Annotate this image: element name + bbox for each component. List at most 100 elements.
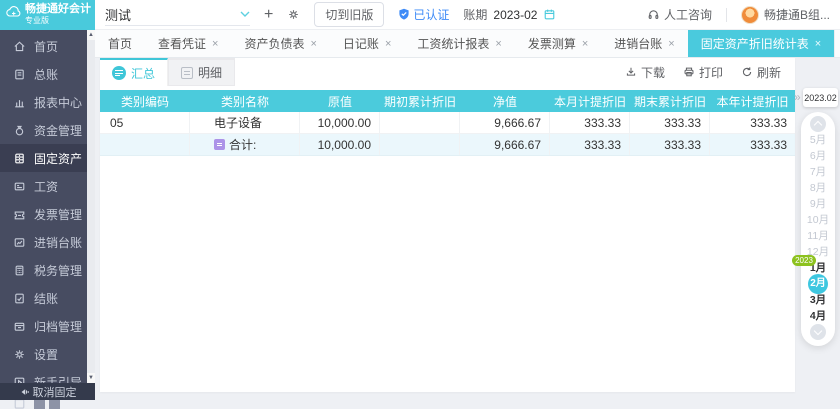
scroll-down-icon[interactable] <box>87 373 95 383</box>
tab-purchase-sales[interactable]: 进销台账 <box>601 30 687 57</box>
account-settings-button[interactable] <box>287 8 300 21</box>
unpin-icon <box>19 387 29 397</box>
unpin-sidebar-button[interactable]: 取消固定 <box>0 383 95 400</box>
support-button[interactable]: 人工咨询 <box>647 6 712 23</box>
sidebar-item-tax[interactable]: 税务管理 <box>0 256 87 284</box>
period-value[interactable]: 2023-02 <box>493 8 537 22</box>
tab-journal[interactable]: 日记账 <box>330 30 404 57</box>
user-menu[interactable]: 畅捷通B组... <box>741 6 830 24</box>
total-label: 合计: <box>229 136 256 153</box>
sidebar-item-settings[interactable]: 设置 <box>0 340 87 368</box>
tab-salary-report[interactable]: 工资统计报表 <box>404 30 514 57</box>
close-tab-icon[interactable] <box>310 38 316 50</box>
tab-balance-sheet[interactable]: 资产负债表 <box>231 30 329 57</box>
tab-depreciation-report[interactable]: 固定资产折旧统计表 <box>688 30 834 57</box>
month-item[interactable]: 11月 <box>801 228 835 244</box>
sidebar-item-invoice[interactable]: 发票管理 <box>0 200 87 228</box>
sidebar-item-label: 结账 <box>34 290 58 307</box>
print-button[interactable]: 打印 <box>683 64 723 81</box>
col-header[interactable]: 类别名称 <box>190 90 300 112</box>
cell-category-code: 05 <box>100 112 190 133</box>
month-item[interactable]: 5月 <box>801 132 835 148</box>
sidebar-item-purchase-sales[interactable]: 进销台账 <box>0 228 87 256</box>
sidebar-item-label: 固定资产 <box>34 150 82 167</box>
cell-total-month-depreciation: 333.33 <box>550 134 630 155</box>
summary-icon <box>112 66 126 80</box>
sidebar-item-funds[interactable]: 资金管理 <box>0 116 87 144</box>
months-scroll-down-button[interactable] <box>810 324 826 340</box>
view-tab-detail[interactable]: 明细 <box>168 58 235 86</box>
clipped-item-label <box>34 400 60 409</box>
month-item[interactable]: 3月 <box>801 292 835 308</box>
add-account-button[interactable]: + <box>264 8 273 22</box>
sidebar-scrollbar[interactable] <box>87 30 95 383</box>
close-tab-icon[interactable] <box>212 38 218 50</box>
month-item-selected[interactable]: 2月 <box>808 274 828 294</box>
col-header[interactable]: 本年计提折旧 <box>710 90 795 112</box>
col-header[interactable]: 本月计提折旧 <box>550 90 630 112</box>
cell-total-closing-depreciation: 333.33 <box>630 134 710 155</box>
col-header[interactable]: 期末累计折旧 <box>630 90 710 112</box>
sidebar-item-label: 总账 <box>34 66 58 83</box>
collapse-period-rail-icon[interactable] <box>794 90 801 104</box>
chevron-down-icon <box>240 11 250 17</box>
month-item[interactable]: 10月 <box>801 212 835 228</box>
user-name: 畅捷通B组... <box>764 6 830 23</box>
sidebar-item-salary[interactable]: 工资 <box>0 172 87 200</box>
certified-label: 已认证 <box>413 6 449 23</box>
close-tab-icon[interactable] <box>815 38 821 50</box>
sidebar-item-label: 设置 <box>34 346 58 363</box>
scroll-up-icon[interactable] <box>87 30 95 40</box>
close-tab-icon[interactable] <box>495 38 501 50</box>
view-tab-summary[interactable]: 汇总 <box>100 58 168 86</box>
close-tab-icon[interactable] <box>582 38 588 50</box>
sidebar: 畅捷通好会计 专业版 首页 总账 报表中心 资金管理 固定资产 工资 <box>0 0 95 400</box>
tab-label: 进销台账 <box>614 35 662 52</box>
sidebar-item-label: 税务管理 <box>34 262 82 279</box>
sidebar-item-label: 发票管理 <box>34 206 82 223</box>
tab-invoice-calc[interactable]: 发票测算 <box>515 30 601 57</box>
topbar: 测试 + 切到旧版 已认证 账期 2023-02 人工咨询 畅捷通B组... <box>95 0 840 30</box>
unpin-label: 取消固定 <box>33 384 77 400</box>
sidebar-item-general-ledger[interactable]: 总账 <box>0 60 87 88</box>
current-period-box[interactable]: 2023.02 <box>803 88 838 107</box>
company-select[interactable]: 测试 <box>105 4 250 26</box>
cell-total-opening-depreciation <box>380 134 460 155</box>
gear-icon <box>287 8 300 21</box>
sidebar-item-closing[interactable]: 结账 <box>0 284 87 312</box>
calculator-icon <box>13 264 26 277</box>
cell-category-name: 电子设备 <box>190 112 300 133</box>
download-button[interactable]: 下载 <box>625 64 665 81</box>
month-item[interactable]: 7月 <box>801 164 835 180</box>
months-scroll-up-button[interactable] <box>810 116 826 132</box>
close-tab-icon[interactable] <box>668 38 674 50</box>
tab-view-voucher[interactable]: 查看凭证 <box>145 30 231 57</box>
cell-year-depreciation: 333.33 <box>710 112 795 133</box>
tab-home[interactable]: 首页 <box>95 30 145 57</box>
sidebar-item-fixed-assets[interactable]: 固定资产 <box>0 144 87 172</box>
gear-icon <box>13 348 26 361</box>
month-item[interactable]: 8月 <box>801 180 835 196</box>
calendar-icon[interactable] <box>543 8 556 21</box>
sidebar-item-label: 工资 <box>34 178 58 195</box>
sidebar-item-report-center[interactable]: 报表中心 <box>0 88 87 116</box>
close-all-tabs-button[interactable] <box>834 30 840 57</box>
close-tab-icon[interactable] <box>385 38 391 50</box>
col-header[interactable]: 类别编码 <box>100 90 190 112</box>
month-item[interactable]: 9月 <box>801 196 835 212</box>
col-header[interactable]: 期初累计折旧 <box>380 90 460 112</box>
col-header[interactable]: 原值 <box>300 90 380 112</box>
table-total-row: 合计: 10,000.00 9,666.67 333.33 333.33 333… <box>100 134 795 156</box>
company-name: 测试 <box>105 5 131 24</box>
table-row[interactable]: 05 电子设备 10,000.00 9,666.67 333.33 333.33… <box>100 112 795 134</box>
view-tab-label: 汇总 <box>131 65 155 82</box>
switch-old-version-button[interactable]: 切到旧版 <box>314 2 384 27</box>
month-item[interactable]: 6月 <box>801 148 835 164</box>
sidebar-item-home[interactable]: 首页 <box>0 32 87 60</box>
sidebar-item-archive[interactable]: 归档管理 <box>0 312 87 340</box>
col-header[interactable]: 净值 <box>460 90 550 112</box>
month-item[interactable]: 4月 <box>801 308 835 324</box>
shield-icon <box>398 8 410 21</box>
refresh-button[interactable]: 刷新 <box>741 64 781 81</box>
certified-badge[interactable]: 已认证 <box>398 6 449 23</box>
